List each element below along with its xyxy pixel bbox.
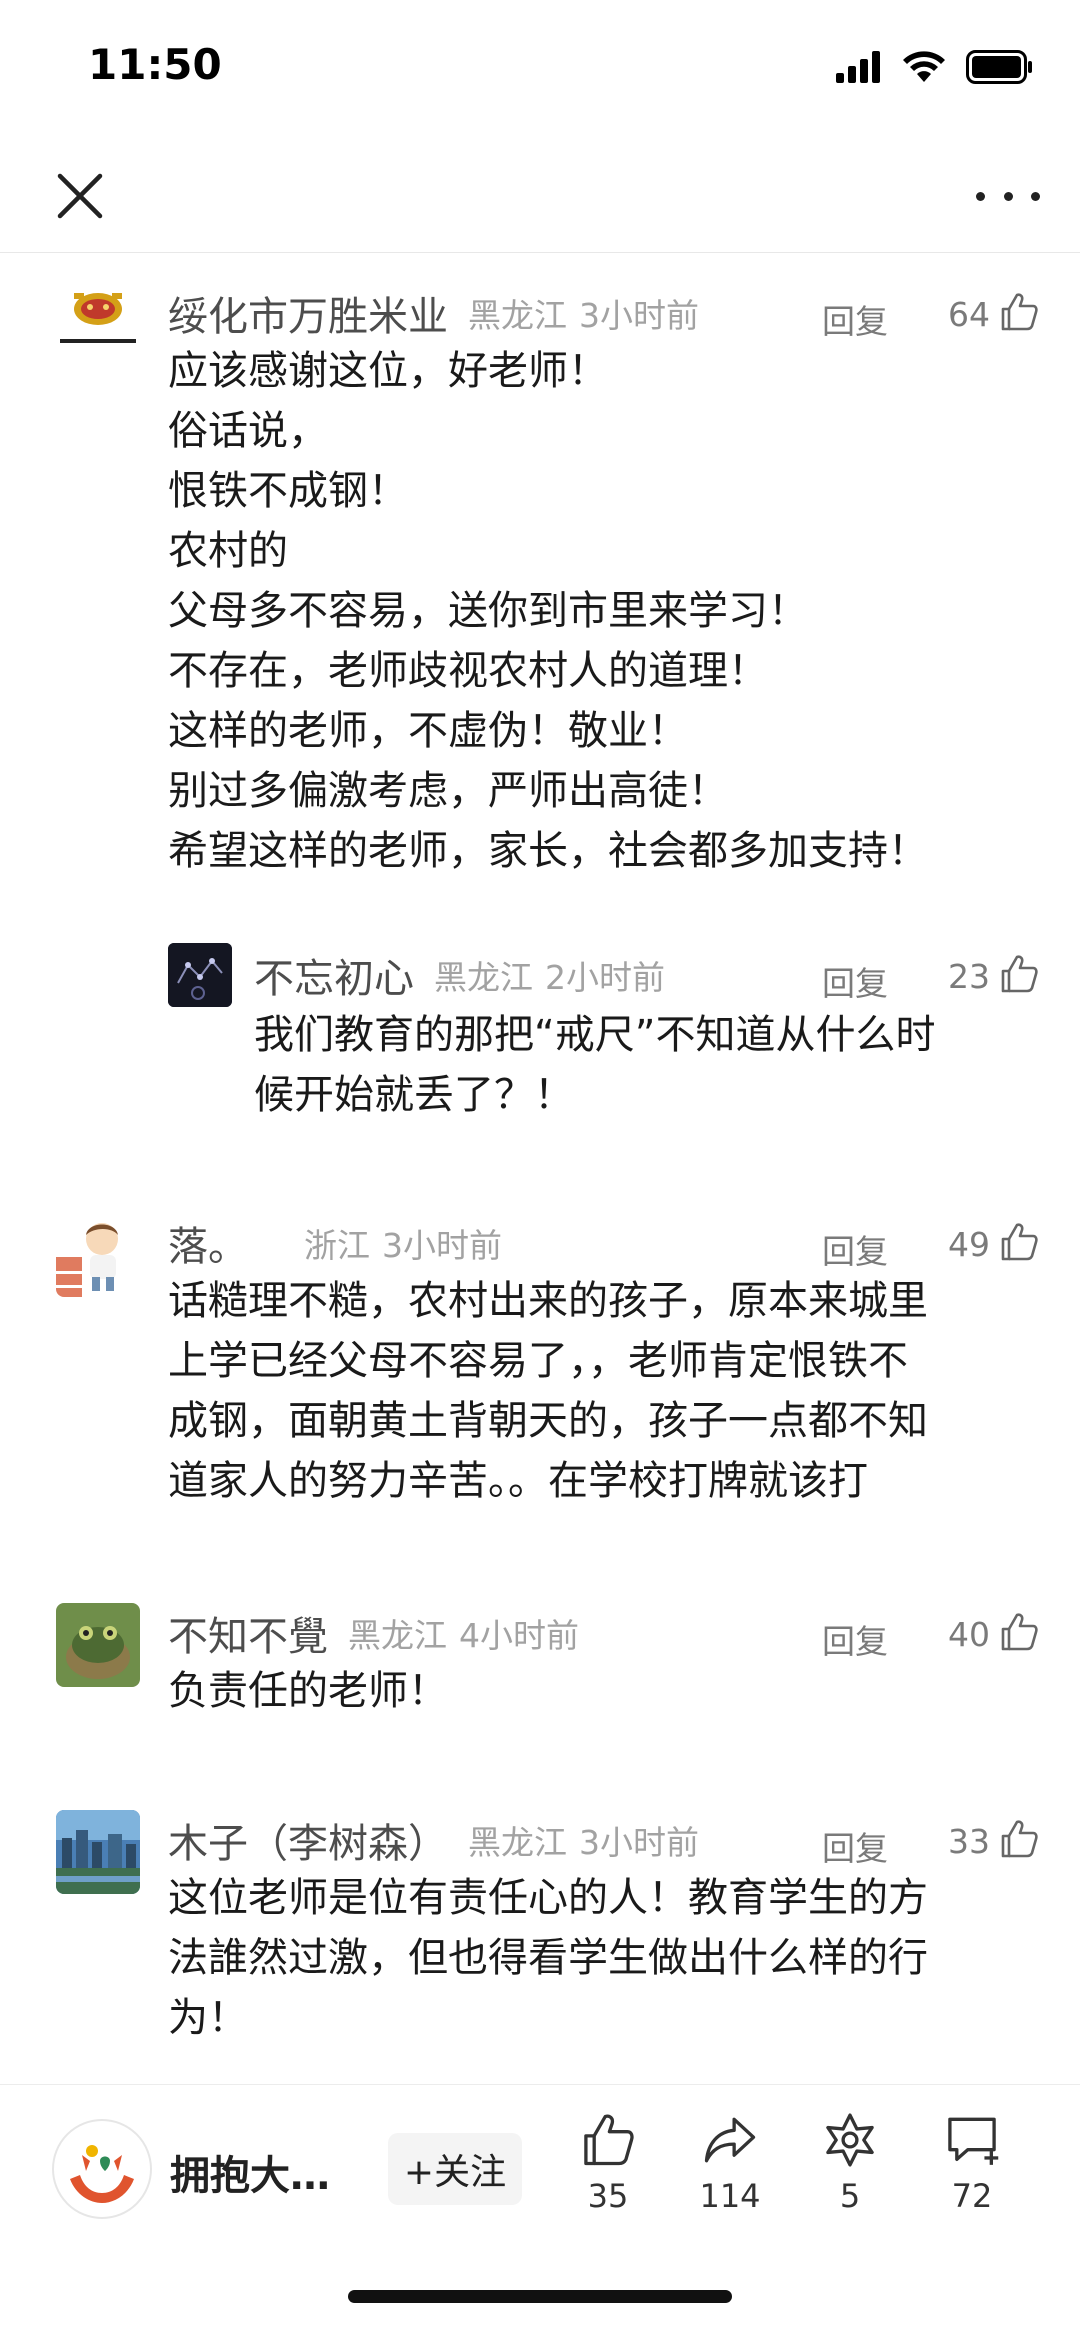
dark-constellation-avatar-icon: [168, 943, 232, 1007]
thumbs-up-icon[interactable]: [998, 953, 1040, 995]
sub-reply-nickname[interactable]: 不忘初心: [254, 946, 414, 1004]
comment-nickname[interactable]: 木子（李树森）: [168, 1811, 448, 1869]
close-icon: [57, 173, 103, 219]
sub-reply-location: 黑龙江: [434, 958, 533, 997]
more-dot-icon: [976, 191, 985, 201]
status-bar: 11:50: [0, 0, 1080, 140]
battery-icon: [966, 50, 1032, 84]
avatar[interactable]: [56, 1213, 140, 1297]
rice-brand-logo-icon: [60, 293, 136, 343]
comment-nickname[interactable]: 绥化市万胜米业: [168, 284, 448, 342]
more-dot-icon: [1031, 191, 1040, 201]
comment-text: 这位老师是位有责任心的人！教育学生的方 法誰然过激，但也得看学生做出什么样的行 …: [168, 1875, 928, 2041]
reply-button[interactable]: 回复: [822, 1822, 888, 1870]
status-time: 11:50: [88, 40, 222, 89]
thumbs-up-icon: [584, 2114, 634, 2166]
nav-bar: [0, 140, 1080, 253]
reply-button[interactable]: 回复: [822, 295, 888, 343]
comment-text: 负责任的老师！: [168, 1668, 448, 1714]
like-count: 33: [948, 1822, 990, 1861]
follow-button[interactable]: +关注: [388, 2133, 522, 2205]
reply-button[interactable]: 回复: [822, 1225, 888, 1273]
reply-button[interactable]: 回复: [822, 1615, 888, 1663]
status-icons: [836, 50, 1034, 84]
comment-time: 3小时前: [579, 1823, 699, 1862]
comment-count: 72: [951, 2177, 993, 2215]
more-dot-icon: [1003, 191, 1013, 201]
cartoon-boy-avatar-icon: [56, 1223, 118, 1297]
reply-button[interactable]: 回复: [822, 957, 888, 1005]
comment-nickname[interactable]: 不知不覺: [168, 1604, 328, 1662]
share-action[interactable]: 114: [680, 2111, 780, 2215]
comment-header: 落。 浙江 3小时前: [168, 1213, 502, 1273]
comment-location: 黑龙江: [468, 1823, 567, 1862]
sub-reply-time: 2小时前: [545, 958, 665, 997]
comment-nickname[interactable]: 落。: [168, 1214, 248, 1272]
favorite-count: 5: [839, 2177, 861, 2215]
home-indicator[interactable]: [348, 2290, 732, 2303]
author-avatar[interactable]: [52, 2119, 152, 2219]
sub-reply-header: 不忘初心 黑龙江 2小时前: [254, 945, 665, 1005]
city-photo-avatar-icon: [56, 1810, 140, 1894]
frog-photo-avatar-icon: [56, 1603, 140, 1687]
like-count: 35: [587, 2177, 629, 2215]
like-count: 23: [948, 957, 990, 996]
like-action[interactable]: 35: [558, 2111, 658, 2215]
comment-time: 3小时前: [579, 296, 699, 335]
comment-text: 话糙理不糙，农村出来的孩子，原本来城里 上学已经父母不容易了，，老师肯定恨铁不 …: [168, 1278, 928, 1504]
comment-time: 3小时前: [382, 1226, 502, 1265]
thumbs-up-icon[interactable]: [998, 1221, 1040, 1263]
more-options-button[interactable]: [976, 172, 1040, 220]
favorite-star-icon: [826, 2113, 874, 2167]
sub-reply-text: 我们教育的那把“戒尺”不知道从什么时 候开始就丢了？！: [254, 1012, 936, 1118]
wifi-icon: [903, 51, 945, 82]
comment-feed[interactable]: 绥化市万胜米业 黑龙江 3小时前 回复 64 应该感谢这位，好老师！ 俗话说， …: [0, 253, 1080, 2083]
avatar[interactable]: [56, 1603, 140, 1687]
close-button[interactable]: [52, 168, 108, 224]
avatar[interactable]: [56, 1810, 140, 1894]
comment-location: 黑龙江: [348, 1616, 447, 1655]
hands-heart-logo-icon: [56, 2123, 148, 2215]
like-count: 40: [948, 1615, 990, 1654]
comment-add-icon: [948, 2117, 999, 2165]
comment-time: 4小时前: [459, 1616, 579, 1655]
cellular-signal-icon: [836, 51, 880, 83]
thumbs-up-icon[interactable]: [998, 1818, 1040, 1860]
thumbs-up-icon[interactable]: [998, 291, 1040, 333]
comment-header: 木子（李树森） 黑龙江 3小时前: [168, 1810, 699, 1870]
comment-action[interactable]: 72: [922, 2111, 1022, 2215]
like-count: 64: [948, 295, 990, 334]
avatar[interactable]: [56, 283, 140, 367]
comment-location: 黑龙江: [468, 296, 567, 335]
comment-header: 不知不覺 黑龙江 4小时前: [168, 1603, 579, 1663]
author-name[interactable]: 拥抱大…: [170, 2143, 330, 2201]
favorite-action[interactable]: 5: [800, 2111, 900, 2215]
comment-location: 浙江: [304, 1226, 370, 1265]
share-arrow-icon: [704, 2117, 756, 2163]
comment-text: 应该感谢这位，好老师！ 俗话说， 恨铁不成钢！ 农村的 父母多不容易，送你到市里…: [168, 348, 928, 874]
comment-header: 绥化市万胜米业 黑龙江 3小时前: [168, 283, 699, 343]
avatar[interactable]: [168, 943, 232, 1007]
thumbs-up-icon[interactable]: [998, 1611, 1040, 1653]
share-count: 114: [699, 2177, 761, 2215]
like-count: 49: [948, 1225, 990, 1264]
